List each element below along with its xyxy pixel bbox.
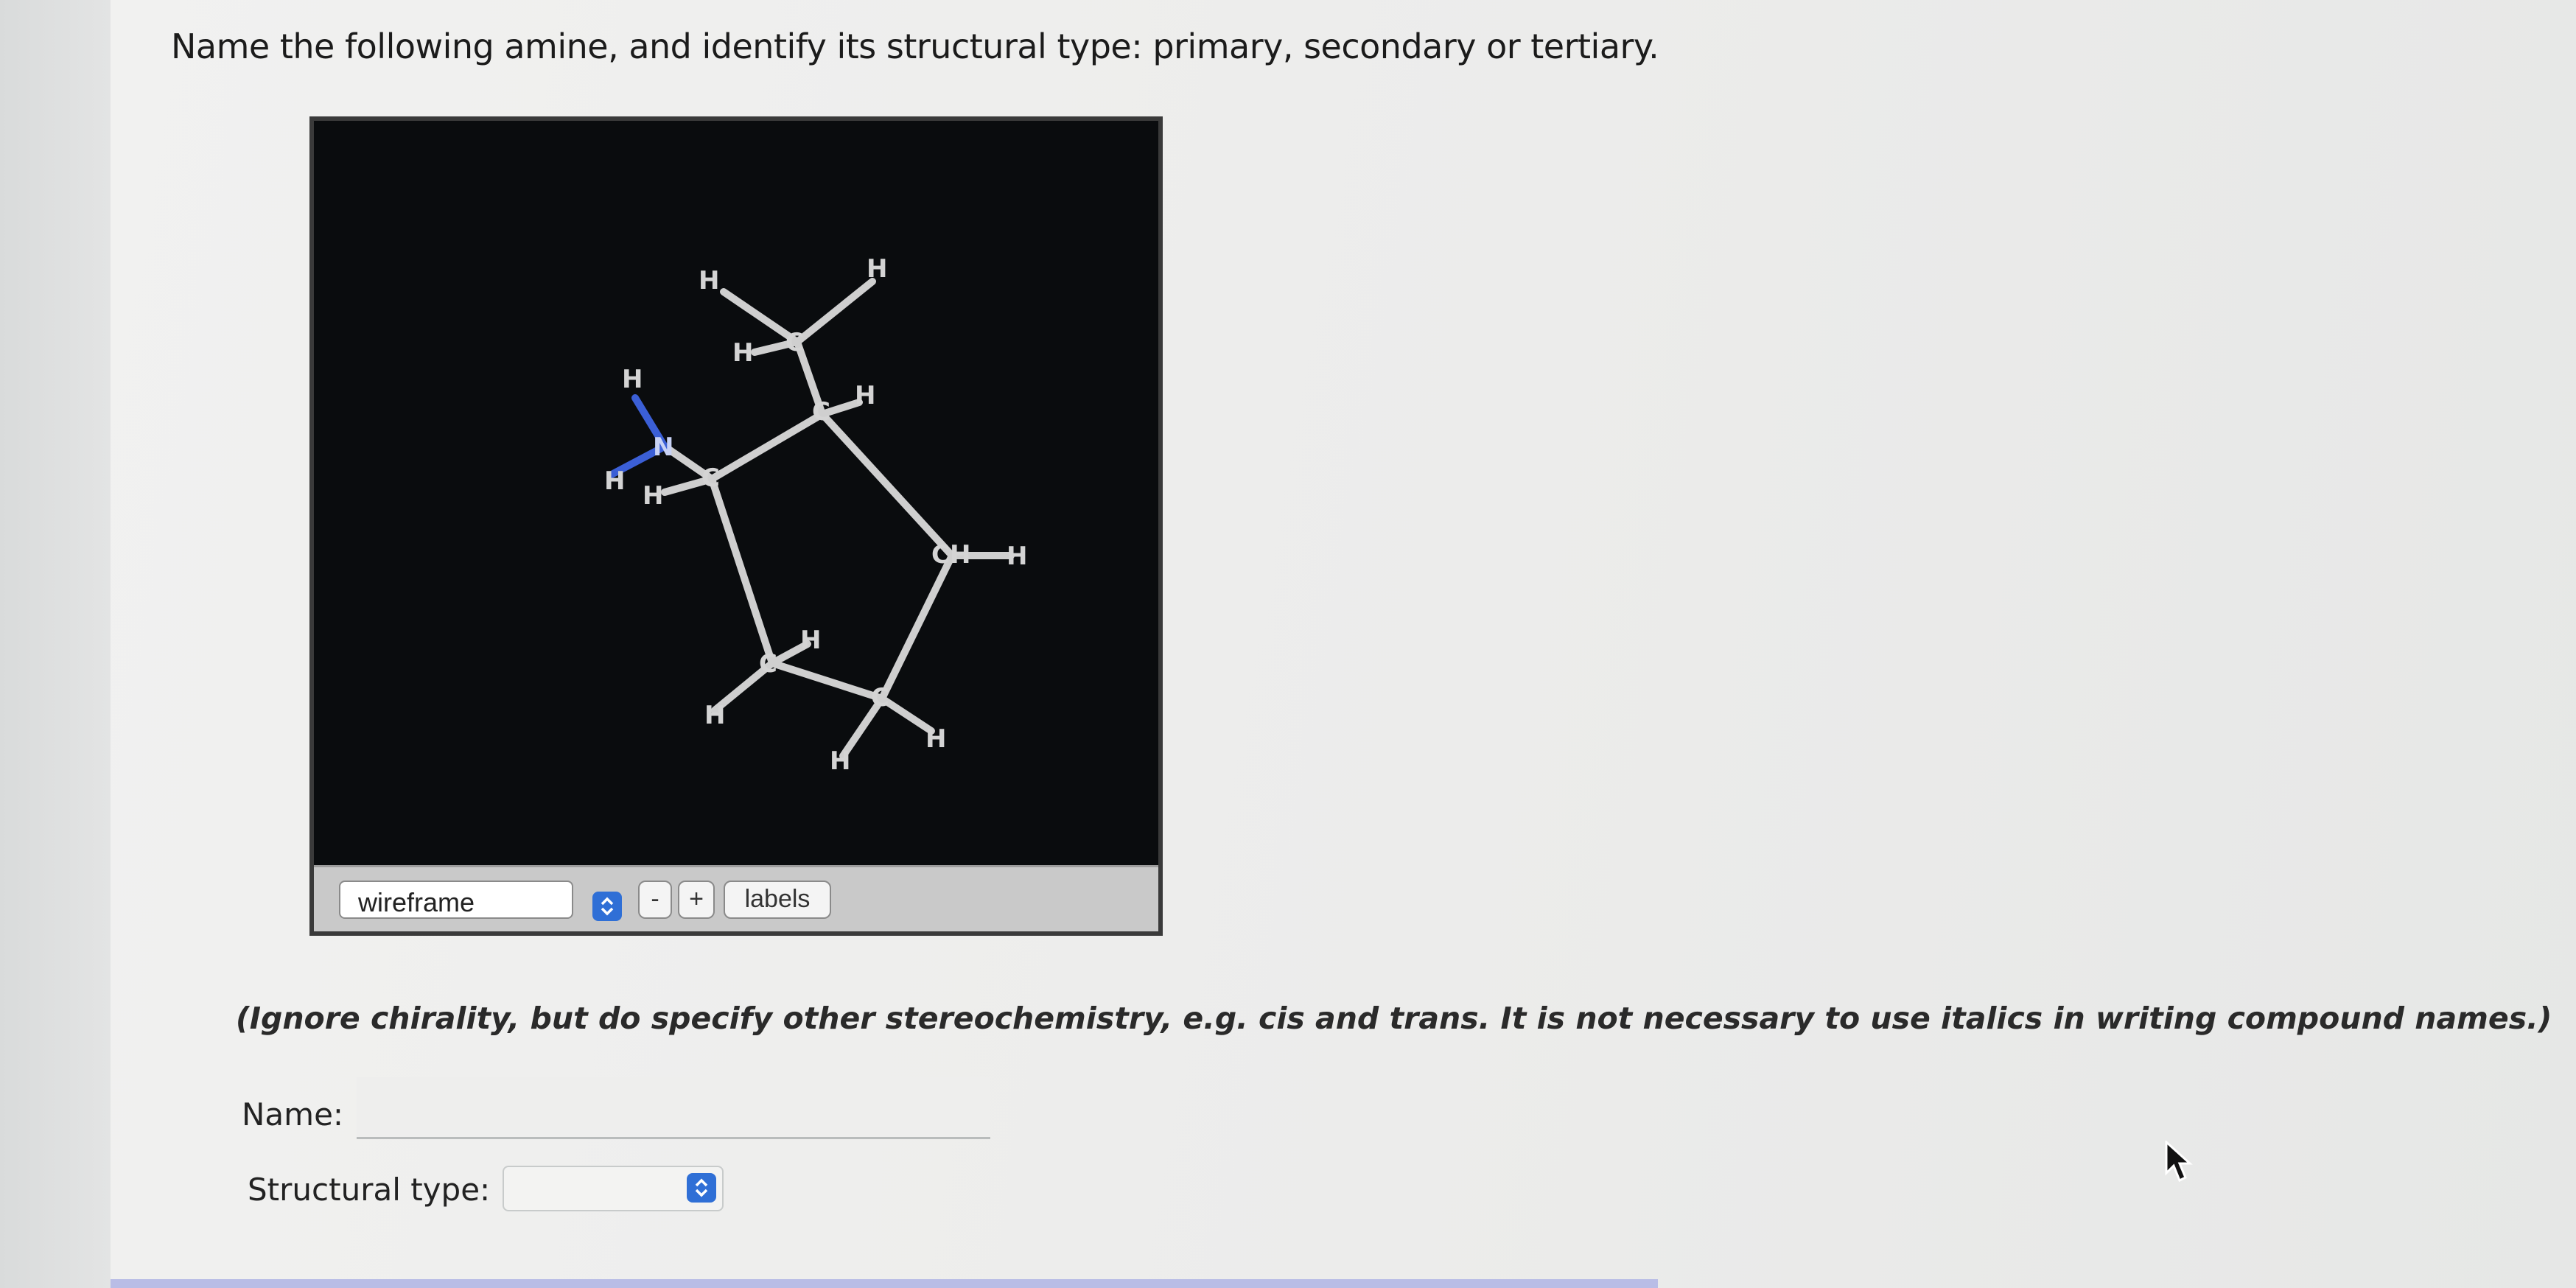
- render-mode-value: wireframe: [358, 887, 475, 917]
- mouse-cursor-icon: [2165, 1141, 2193, 1183]
- zoom-out-button[interactable]: -: [638, 881, 672, 919]
- atom-label: H: [732, 338, 753, 368]
- render-mode-chevron-icon[interactable]: [592, 892, 622, 921]
- viewer-toolbar: wireframe - + labels: [314, 865, 1158, 931]
- name-label: Name:: [242, 1096, 344, 1133]
- atom-label: C: [701, 463, 720, 493]
- atom-label: C: [759, 649, 777, 679]
- left-sidebar-strip: [0, 0, 113, 1288]
- bond-group: [661, 278, 1015, 760]
- atom-label: H: [800, 626, 821, 655]
- question-text: Name the following amine, and identify i…: [171, 27, 1659, 66]
- name-input[interactable]: [357, 1077, 990, 1139]
- bond: [794, 278, 876, 346]
- atom-labels: H H H C C H H H H C CH H C H H C H H: [604, 254, 1027, 776]
- atom-label: H: [704, 701, 725, 730]
- atom-label: H: [855, 381, 875, 410]
- atom-label: H: [1007, 542, 1027, 571]
- bond: [708, 475, 776, 667]
- up-down-arrows-icon: [601, 897, 614, 916]
- atom-label: H: [925, 724, 946, 754]
- zoom-in-button[interactable]: +: [678, 881, 715, 919]
- atom-label: H: [643, 481, 663, 511]
- atom-label: H: [604, 466, 625, 496]
- atom-label: C: [812, 397, 830, 427]
- bond: [878, 695, 935, 735]
- atom-label: C: [785, 328, 804, 357]
- bond: [878, 552, 956, 702]
- labels-button[interactable]: labels: [724, 881, 831, 919]
- structural-type-chevron-icon[interactable]: [687, 1173, 716, 1203]
- atom-label: H: [830, 746, 850, 776]
- molecule-wireframe[interactable]: H H H C C H H H H C CH H C H H C H H N: [314, 121, 1158, 865]
- render-mode-select[interactable]: wireframe: [339, 881, 573, 919]
- instructions-text: (Ignore chirality, but do specify other …: [236, 1001, 2552, 1036]
- atom-label: C: [871, 683, 889, 713]
- bond: [708, 410, 826, 483]
- atom-label: H: [622, 365, 643, 394]
- bottom-accent-bar: [111, 1279, 1658, 1288]
- atom-label: CH: [931, 540, 970, 570]
- bond: [819, 410, 956, 559]
- atom-label: H: [699, 266, 719, 295]
- bond: [769, 659, 886, 702]
- molecule-viewer[interactable]: H H H C C H H H H C CH H C H H C H H N w…: [309, 116, 1163, 936]
- structural-type-label: Structural type:: [248, 1172, 491, 1208]
- nitrogen-label: N: [653, 433, 673, 462]
- up-down-arrows-icon: [695, 1178, 708, 1197]
- atom-label: H: [867, 254, 887, 284]
